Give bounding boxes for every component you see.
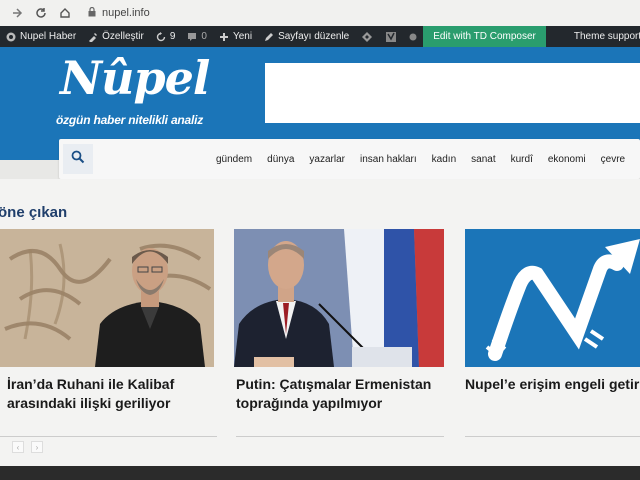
main-menu: gündem dünya yazarlar insan hakları kadı… <box>216 139 640 179</box>
menu-item-gundem[interactable]: gündem <box>216 154 252 165</box>
forward-icon[interactable] <box>10 6 24 20</box>
diamond-icon <box>361 31 373 43</box>
article-3-divider <box>465 436 640 437</box>
article-1-divider <box>0 436 217 437</box>
updates-count: 9 <box>169 31 176 42</box>
search-icon <box>71 150 85 169</box>
featured-section: öne çıkan İran’da Ruhani ile Kalibaf ara… <box>0 179 640 480</box>
brush-icon <box>88 32 98 42</box>
edit-page-link[interactable]: Sayfayı düzenle <box>258 26 355 47</box>
theme-support-link[interactable]: Theme support <box>568 26 640 47</box>
article-2-divider <box>236 436 444 437</box>
new-label: Yeni <box>232 31 253 42</box>
updates-link[interactable]: 9 <box>150 26 182 47</box>
site-name: Nupel Haber <box>20 31 77 42</box>
admin-site-link[interactable]: Nupel Haber <box>0 26 82 47</box>
edit-page-label: Sayfayı düzenle <box>278 31 350 42</box>
admin-bar: Nupel Haber Özelleştir 9 0 Yeni Sayfayı … <box>0 26 640 47</box>
menu-item-dunya[interactable]: dünya <box>267 154 294 165</box>
yoast-link[interactable] <box>379 26 403 47</box>
header-ad-slot <box>265 63 640 123</box>
menu-item-sanat[interactable]: sanat <box>471 154 495 165</box>
status-dot-icon <box>409 33 417 41</box>
home-icon[interactable] <box>58 6 72 20</box>
menu-item-kadin[interactable]: kadın <box>432 154 456 165</box>
comments-count: 0 <box>201 31 207 42</box>
article-1-title-line2: arasındaki ilişki geriliyor <box>7 395 171 411</box>
menu-item-kurdi[interactable]: kurdî <box>511 154 533 165</box>
taskbar <box>0 466 640 480</box>
next-page-button[interactable]: › <box>31 441 43 453</box>
new-content-link[interactable]: Yeni <box>213 26 258 47</box>
pencil-icon <box>264 32 274 42</box>
updates-icon <box>156 31 166 42</box>
article-3-image[interactable] <box>465 229 640 367</box>
url-text: nupel.info <box>102 7 150 19</box>
article-2-image[interactable] <box>234 229 444 367</box>
plus-icon <box>219 32 229 42</box>
menu-item-yazarlar[interactable]: yazarlar <box>309 154 345 165</box>
article-3-title-line1: Nupel’e erişim engeli getir <box>465 376 640 392</box>
comment-icon <box>187 32 197 42</box>
section-title: öne çıkan <box>0 204 68 221</box>
customize-label: Özelleştir <box>102 31 144 42</box>
comments-link[interactable]: 0 <box>181 26 213 47</box>
reload-icon[interactable] <box>34 6 48 20</box>
dashboard-icon <box>6 32 16 42</box>
site-logo[interactable]: Nûpel <box>60 51 210 105</box>
address-bar[interactable]: nupel.info <box>88 6 150 20</box>
prev-page-button[interactable]: ‹ <box>12 441 24 453</box>
main-menu-bar: gündem dünya yazarlar insan hakları kadı… <box>59 139 640 179</box>
site-tagline: özgün haber nitelikli analiz <box>56 113 204 127</box>
article-2-title-line1: Putin: Çatışmalar Ermenistan <box>236 376 432 392</box>
article-2-title[interactable]: Putin: Çatışmalar Ermenistan toprağında … <box>236 375 446 413</box>
status-dot <box>403 26 423 47</box>
menu-item-ekonomi[interactable]: ekonomi <box>548 154 586 165</box>
article-2-title-line2: toprağında yapılmıyor <box>236 395 383 411</box>
menu-item-insan-haklari[interactable]: insan hakları <box>360 154 417 165</box>
lock-icon <box>88 6 96 20</box>
nupel-n-logo-icon <box>465 229 640 367</box>
article-1-image[interactable] <box>0 229 214 367</box>
article-1-photo <box>0 229 214 367</box>
browser-toolbar: nupel.info <box>0 0 640 26</box>
diamond-link[interactable] <box>355 26 379 47</box>
search-button[interactable] <box>63 144 93 174</box>
td-composer-button[interactable]: Edit with TD Composer <box>423 26 546 47</box>
article-1-title[interactable]: İran’da Ruhani ile Kalibaf arasındaki il… <box>7 375 217 413</box>
menu-item-cevre[interactable]: çevre <box>601 154 625 165</box>
article-3-title[interactable]: Nupel’e erişim engeli getir <box>465 375 640 394</box>
yoast-icon <box>385 31 397 43</box>
article-1-title-line1: İran’da Ruhani ile Kalibaf <box>7 376 175 392</box>
article-2-photo <box>234 229 444 367</box>
customize-link[interactable]: Özelleştir <box>82 26 150 47</box>
